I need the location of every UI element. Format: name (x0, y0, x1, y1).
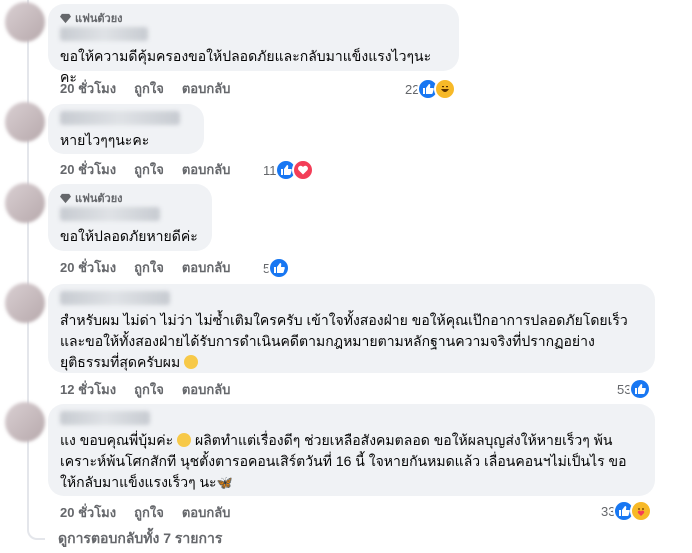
comment-bubble: สำหรับผม ไม่ด่า ไม่ว่า ไม่ซ้ำเติมใครครับ… (48, 284, 655, 373)
avatar[interactable] (5, 102, 45, 142)
timestamp[interactable]: 12 ชั่วโมง (60, 379, 116, 400)
comment-bubble: หายไวๆๆนะคะ (48, 104, 204, 154)
reaction-summary[interactable]: 22 (405, 78, 457, 100)
thread-connector (27, 520, 45, 540)
fan-badge: แฟนตัวยง (60, 191, 200, 205)
comment-actions: 12 ชั่วโมง ถูกใจ ตอบกลับ (60, 379, 248, 400)
comment-bubble: แฟนตัวยง ขอให้ปลอดภัยหายดีค่ะ (48, 184, 212, 251)
view-more-replies-link[interactable]: ดูการตอบกลับทั้ง 7 รายการ (58, 528, 222, 550)
comment-text-line: แง ขอบคุณพี่บุ้มค่ะ ผลิตทำแต่เรื่องดีๆ ช… (60, 432, 613, 448)
care-icon (630, 500, 653, 522)
diamond-icon (60, 13, 71, 23)
like-icon (629, 378, 652, 400)
reply-button[interactable]: ตอบกลับ (182, 78, 231, 99)
comment-bubble: แฟนตัวยง ขอให้ความดีคุ้มครองขอให้ปลอดภัย… (48, 4, 459, 85)
blush-emoji-icon (184, 355, 199, 369)
commenter-name[interactable] (60, 111, 180, 125)
like-button[interactable]: ถูกใจ (134, 78, 164, 99)
comment-text: ขอให้ปลอดภัยหายดีค่ะ (60, 228, 198, 244)
timestamp[interactable]: 20 ชั่วโมง (60, 78, 116, 99)
timestamp[interactable]: 20 ชั่วโมง (60, 257, 116, 278)
reaction-summary[interactable]: 53 (617, 378, 652, 400)
comment-actions: 20 ชั่วโมง ถูกใจ ตอบกลับ (60, 78, 248, 99)
diamond-icon (60, 193, 71, 203)
timestamp[interactable]: 20 ชั่วโมง (60, 159, 116, 180)
pleading-emoji-icon (177, 433, 192, 447)
reply-button[interactable]: ตอบกลับ (182, 257, 231, 278)
comment-text-line: สำหรับผม ไม่ด่า ไม่ว่า ไม่ซ้ำเติมใครครับ… (60, 312, 628, 328)
reaction-summary[interactable]: 11 (263, 159, 314, 181)
like-button[interactable]: ถูกใจ (134, 502, 164, 523)
commenter-name[interactable] (60, 207, 160, 221)
comment-bubble: แง ขอบคุณพี่บุ้มค่ะ ผลิตทำแต่เรื่องดีๆ ช… (48, 404, 655, 496)
comment-text-line: เคราะห์พ้นโศกสักที นุชตั้งตารอคอนเสิร์ตว… (60, 453, 627, 469)
thread-line (27, 0, 29, 530)
reply-button[interactable]: ตอบกลับ (182, 502, 231, 523)
love-icon (291, 159, 314, 181)
avatar[interactable] (5, 183, 45, 223)
butterfly-emoji-icon: 🦋 (216, 475, 233, 490)
comment-text-line: ให้กลับมาแข็งแรงเร็วๆ นะ🦋 (60, 472, 643, 493)
reply-button[interactable]: ตอบกลับ (182, 379, 231, 400)
comment-actions: 20 ชั่วโมง ถูกใจ ตอบกลับ (60, 502, 248, 523)
comment-text-line: ยุติธรรมที่สุดครับผม (60, 352, 643, 373)
reaction-summary[interactable]: 5 (263, 257, 291, 279)
reaction-summary[interactable]: 33 (601, 500, 653, 522)
fan-badge: แฟนตัวยง (60, 11, 447, 25)
avatar[interactable] (5, 283, 45, 323)
commenter-name[interactable] (60, 27, 148, 41)
haha-icon (434, 78, 457, 100)
like-button[interactable]: ถูกใจ (134, 379, 164, 400)
timestamp[interactable]: 20 ชั่วโมง (60, 502, 116, 523)
comment-actions: 20 ชั่วโมง ถูกใจ ตอบกลับ (60, 257, 248, 278)
avatar[interactable] (5, 2, 45, 42)
commenter-name[interactable] (60, 291, 170, 305)
like-button[interactable]: ถูกใจ (134, 257, 164, 278)
like-button[interactable]: ถูกใจ (134, 159, 164, 180)
comment-text-line: และขอให้ทั้งสองฝ่ายได้รับการดำเนินคดีตาม… (60, 333, 595, 349)
avatar[interactable] (5, 402, 45, 442)
like-icon (268, 257, 291, 279)
comment-text: หายไวๆๆนะคะ (60, 132, 150, 148)
commenter-name[interactable] (60, 411, 150, 425)
comment-actions: 20 ชั่วโมง ถูกใจ ตอบกลับ (60, 159, 248, 180)
reply-button[interactable]: ตอบกลับ (182, 159, 231, 180)
